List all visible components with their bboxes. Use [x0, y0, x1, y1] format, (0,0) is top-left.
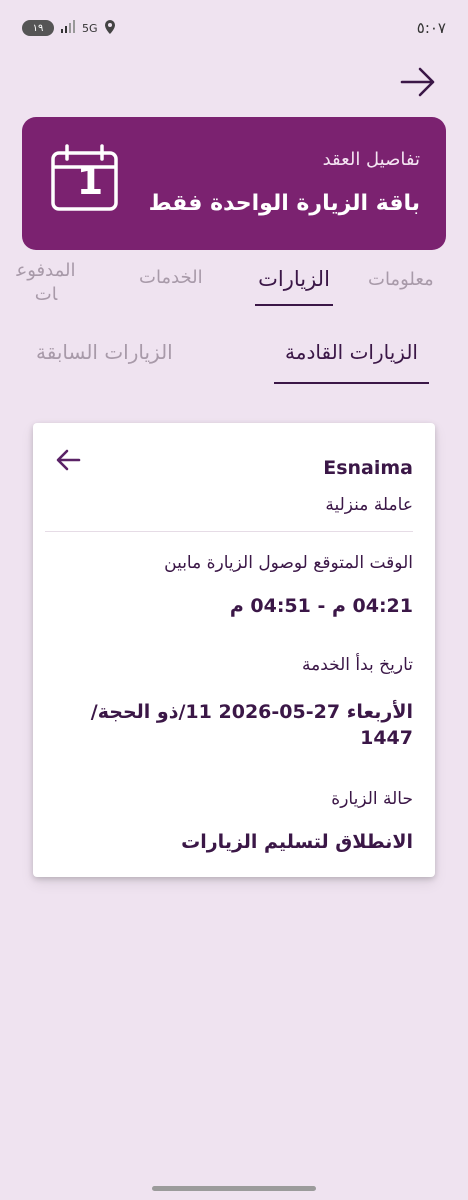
- visitor-name: Esnaima: [323, 457, 413, 479]
- arrival-time-label: الوقت المتوقع لوصول الزيارة مابين: [164, 553, 413, 573]
- visit-card[interactable]: Esnaima عاملة منزلية الوقت المتوقع لوصول…: [33, 423, 435, 877]
- service-start-value: الأربعاء 27-05-2026 11/ذو الحجة/: [90, 701, 413, 723]
- tab-past-visits[interactable]: الزيارات السابقة: [36, 340, 173, 364]
- battery-icon: ١٩: [22, 20, 54, 36]
- visitor-role: عاملة منزلية: [325, 495, 413, 515]
- tab-info[interactable]: معلومات: [368, 269, 434, 290]
- visit-status-value: الانطلاق لتسليم الزيارات: [181, 831, 413, 853]
- signal-icon: [60, 19, 76, 37]
- main-tabs: معلومات الزيارات الخدمات المدفوعات: [0, 255, 468, 311]
- network-5g-icon: 5G: [82, 21, 98, 35]
- sub-tab-indicator: [274, 382, 429, 384]
- card-divider: [45, 531, 413, 532]
- contract-subtitle: تفاصيل العقد: [322, 149, 420, 170]
- tab-payments[interactable]: المدفوعات: [16, 259, 76, 307]
- arrow-left-icon[interactable]: [55, 447, 81, 473]
- status-time: ٥:٠٧: [416, 19, 446, 37]
- contract-title: باقة الزيارة الواحدة فقط: [148, 191, 420, 216]
- status-bar: ١٩ 5G ٥:٠٧: [0, 0, 468, 56]
- location-icon: [104, 19, 116, 37]
- sub-tabs: الزيارات القادمة الزيارات السابقة: [0, 330, 468, 388]
- tab-services[interactable]: الخدمات: [139, 267, 203, 288]
- back-button[interactable]: [398, 62, 438, 102]
- home-indicator[interactable]: [152, 1186, 316, 1191]
- visit-status-label: حالة الزيارة: [331, 789, 413, 809]
- tab-upcoming-visits[interactable]: الزيارات القادمة: [274, 340, 429, 364]
- status-icons: ١٩ 5G: [22, 19, 116, 37]
- main-tab-indicator: [255, 304, 333, 306]
- arrow-right-icon: [400, 67, 435, 97]
- service-start-label: تاريخ بدأ الخدمة: [301, 655, 413, 675]
- service-start-value-year: 1447: [360, 727, 413, 749]
- contract-card: 1 تفاصيل العقد باقة الزيارة الواحدة فقط: [22, 117, 446, 250]
- arrival-time-value: 04:21 م - 04:51 م: [229, 595, 413, 617]
- tab-visits[interactable]: الزيارات: [255, 267, 333, 291]
- calendar-number: 1: [76, 159, 104, 203]
